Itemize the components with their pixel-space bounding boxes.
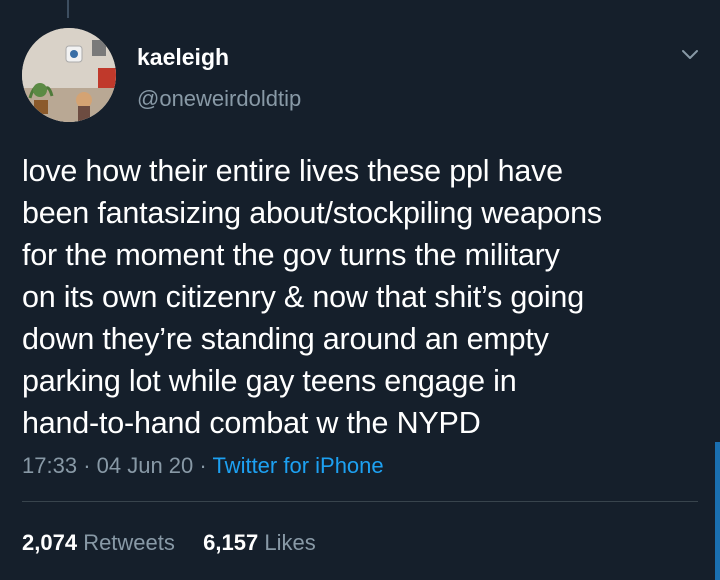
tweet-source-link[interactable]: Twitter for iPhone [212,453,383,478]
engagement-stats: 2,074 Retweets 6,157 Likes [22,530,316,556]
meta-separator: · [83,453,91,478]
chevron-down-icon[interactable] [678,42,702,66]
retweets-label: Retweets [83,530,175,555]
scrollbar[interactable] [715,442,720,580]
tweet-time[interactable]: 17:33 [22,453,77,478]
tweet-date[interactable]: 04 Jun 20 [97,453,194,478]
likes-stat[interactable]: 6,157 Likes [203,530,316,555]
likes-count: 6,157 [203,530,259,555]
tweet-header: kaeleigh @oneweirdoldtip [22,28,702,122]
meta-separator: · [199,453,207,478]
retweets-stat[interactable]: 2,074 Retweets [22,530,181,555]
user-handle[interactable]: @oneweirdoldtip [137,86,301,112]
avatar-image [22,28,116,122]
thread-connector-line [67,0,69,18]
avatar[interactable] [22,28,116,122]
display-name[interactable]: kaeleigh [137,44,229,71]
tweet-text: love how their entire lives these ppl ha… [22,154,602,440]
divider [22,501,698,502]
retweets-count: 2,074 [22,530,78,555]
likes-label: Likes [264,530,316,555]
tweet-metadata: 17:33 · 04 Jun 20 · Twitter for iPhone [22,453,384,479]
